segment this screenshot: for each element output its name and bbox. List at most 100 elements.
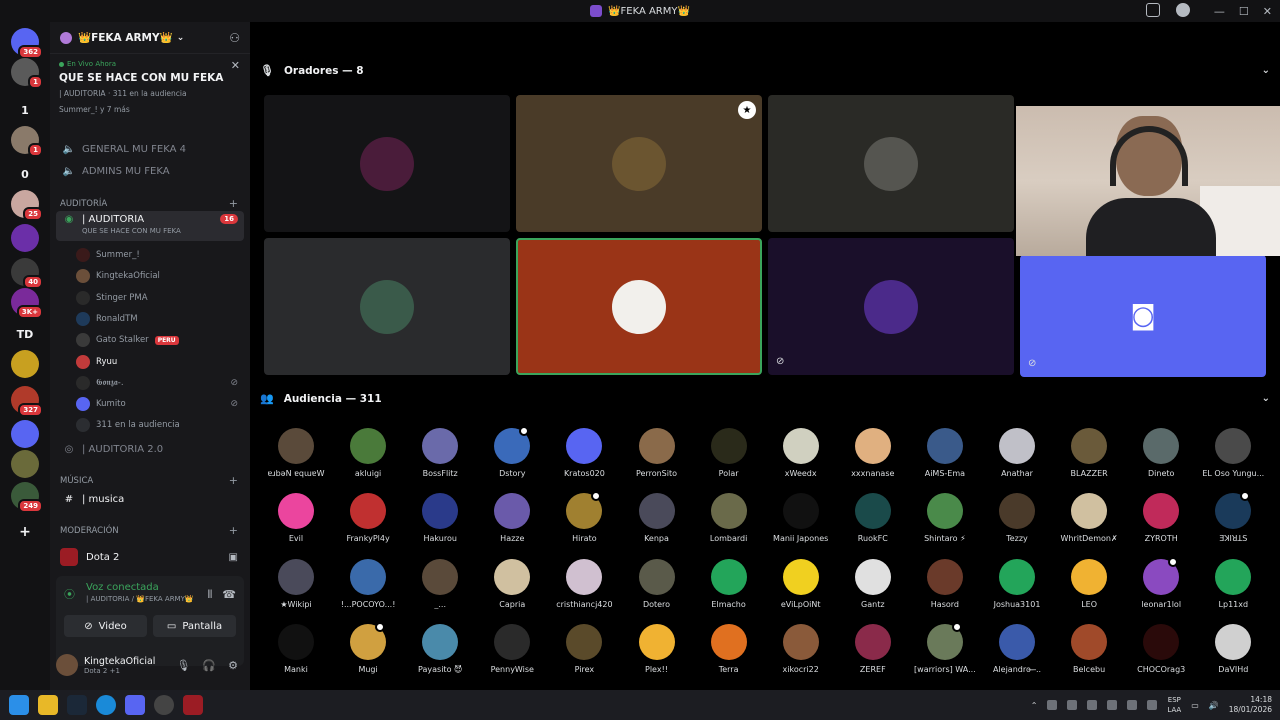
audience-member[interactable]: Gantz (837, 558, 909, 621)
audience-member[interactable]: Kratos020 (548, 428, 620, 490)
server-icon-server-d[interactable] (11, 224, 39, 252)
server-icon-direct-messages[interactable]: 362 (11, 28, 43, 59)
audience-member[interactable]: FrankyPl4y (332, 493, 404, 555)
audience-member[interactable]: PerronSito (621, 428, 693, 490)
speaker-summer-tile[interactable] (264, 95, 510, 232)
audience-member[interactable]: Mugi (332, 621, 404, 686)
audience-member[interactable]: Tezzy (981, 493, 1053, 555)
speaker-figure-tile[interactable] (768, 95, 1014, 232)
discord-icon[interactable] (125, 695, 145, 715)
audience-member[interactable]: Lombardi (693, 493, 765, 555)
audience-member[interactable]: RuokFC (837, 493, 909, 555)
volume-icon[interactable]: 🔊 (1209, 701, 1219, 710)
video-button[interactable]: ⊘ Video (64, 615, 147, 637)
speaker-mufeka-tile[interactable] (516, 238, 762, 375)
audience-member[interactable]: BossFlitz (404, 428, 476, 490)
server-icon-server-1[interactable]: 1 (11, 96, 39, 124)
audience-member[interactable]: Capria (476, 558, 548, 621)
speaker-eye-tile[interactable]: ★ (516, 95, 762, 232)
channel-musica[interactable]: # | musica (56, 488, 244, 510)
audience-member[interactable]: Hirato (548, 491, 620, 555)
add-server-icon[interactable]: + (11, 518, 39, 546)
help-icon[interactable] (1176, 3, 1190, 17)
inbox-icon[interactable] (1146, 3, 1160, 17)
server-icon-server-k[interactable]: 249 (11, 482, 43, 513)
add-user-icon[interactable]: ⚇ (229, 31, 240, 45)
add-channel-icon[interactable]: + (229, 474, 238, 487)
server-icon-server-j[interactable] (11, 450, 39, 478)
minimize-button[interactable]: — (1214, 5, 1225, 18)
category-moderacion[interactable]: MODERACIÓN + (56, 524, 244, 537)
audience-member[interactable]: Terra (693, 623, 765, 686)
audience-member[interactable]: eViLpOiNt (765, 558, 837, 621)
audience-member[interactable]: LEO (1053, 558, 1125, 621)
close-icon[interactable]: ✕ (231, 59, 240, 72)
user-info[interactable]: KingtekaOficial Dota 2 +1 🎙 🎧 ⚙ (56, 650, 244, 680)
server-icon-server-a[interactable]: 1 (11, 58, 43, 89)
audience-member[interactable]: Manki (260, 623, 332, 686)
file-explorer-icon[interactable] (38, 695, 58, 715)
server-icon-server-f[interactable]: 3K+ (11, 288, 43, 319)
audience-member[interactable]: EL Oso Yungu... (1197, 428, 1269, 490)
audience-member[interactable]: ZYROTH (1125, 493, 1197, 555)
speaker-discord-tile[interactable]: ◙ ⊘ (1020, 255, 1266, 377)
category-musica[interactable]: MÚSICA + (56, 474, 244, 487)
speaker-box-tile[interactable] (264, 238, 510, 375)
audience-member[interactable]: Shintaro ⚡ (909, 493, 981, 555)
audience-member[interactable]: Elmacho (693, 558, 765, 621)
channel-auditoria-active[interactable]: ◉ | AUDITORIA QUE SE HACE CON MU FEKA 16 (56, 211, 244, 241)
voice-member[interactable]: Stinger PMA (76, 288, 244, 308)
audience-member[interactable]: BLAZZER (1053, 428, 1125, 490)
channel-admins[interactable]: 🔈 ADMINS MU FEKA (56, 160, 244, 182)
audience-member[interactable]: Belcebu (1053, 623, 1125, 686)
clock[interactable]: 14:18 18/01/2026 (1229, 695, 1272, 715)
audience-member[interactable]: DaVIHd (1197, 623, 1269, 686)
speaker-ghost-tile[interactable]: ⊘ (768, 238, 1014, 375)
audience-member[interactable]: Alejandro ̶ ̶.. (981, 623, 1053, 686)
audience-member[interactable]: Payasito 😈 (404, 623, 476, 686)
webcam-video[interactable] (1016, 106, 1280, 256)
voice-member[interactable]: Summer_! (76, 245, 244, 265)
audience-member[interactable]: !...POCOYO...! (332, 558, 404, 621)
maximize-button[interactable]: ☐ (1239, 5, 1249, 18)
audience-member[interactable]: Polar (693, 428, 765, 490)
settings-gear-icon[interactable]: ⚙ (228, 659, 238, 672)
microphone-icon[interactable]: 🎙 (176, 659, 190, 672)
audience-member[interactable]: xikocri22 (765, 623, 837, 686)
language-indicator[interactable]: ESP LAA (1167, 695, 1181, 715)
audience-member[interactable]: cristhiancj420 (548, 558, 620, 621)
server-icon-server-i[interactable] (11, 420, 39, 448)
clock-app-icon[interactable] (154, 695, 174, 715)
voice-member[interactable]: 𝕲𝖔𝖓𝖟𝖆-. ⊘ (76, 373, 244, 393)
windows-start-icon[interactable] (9, 695, 29, 715)
speakers-header[interactable]: 🎙 Oradores — 8 ⌄ (260, 64, 1270, 77)
audience-member[interactable]: Hakurou (404, 493, 476, 555)
audience-member[interactable]: [warriors] WA... (909, 621, 981, 686)
close-window-button[interactable]: ✕ (1263, 5, 1272, 18)
server-header[interactable]: 👑FEKA ARMY👑 ⌄ ⚇ (50, 22, 250, 54)
network-icon[interactable]: ▭ (1191, 701, 1199, 710)
audience-member[interactable]: WhritDemon✗ (1053, 493, 1125, 555)
audience-member[interactable]: Anathar (981, 428, 1053, 490)
audience-member[interactable]: Lp11xd (1197, 558, 1269, 621)
audience-member[interactable]: ƎꓘIꓤꓕS (1197, 491, 1269, 555)
server-icon-server-e[interactable]: 40 (11, 258, 43, 289)
audience-member[interactable]: Hasord (909, 558, 981, 621)
audience-member[interactable]: Evil (260, 493, 332, 555)
chevron-down-icon[interactable]: ⌄ (1262, 393, 1270, 404)
audience-member[interactable]: Joshua3101 (981, 558, 1053, 621)
audience-member[interactable]: AiMS-Ema (909, 428, 981, 490)
live-stage-card[interactable]: En Vivo Ahora QUE SE HACE CON MU FEKA | … (56, 56, 244, 118)
audience-member[interactable]: Pirex (548, 623, 620, 686)
activity-row[interactable]: Dota 2 ▣ (56, 544, 244, 570)
disconnect-icon[interactable]: ☎ (222, 588, 236, 602)
voice-member[interactable]: Kumito ⊘ (76, 394, 244, 414)
audience-member[interactable]: akluigi (332, 428, 404, 490)
tray-app-icon[interactable] (1147, 700, 1158, 710)
audience-member[interactable]: Manii Japones (765, 493, 837, 555)
server-icon-server-h[interactable]: 327 (11, 386, 43, 417)
voice-member[interactable]: RonaldTM (76, 309, 244, 329)
edge-icon[interactable] (96, 695, 116, 715)
audience-member[interactable]: ★Wikipi (260, 558, 332, 621)
add-channel-icon[interactable]: + (229, 524, 238, 537)
